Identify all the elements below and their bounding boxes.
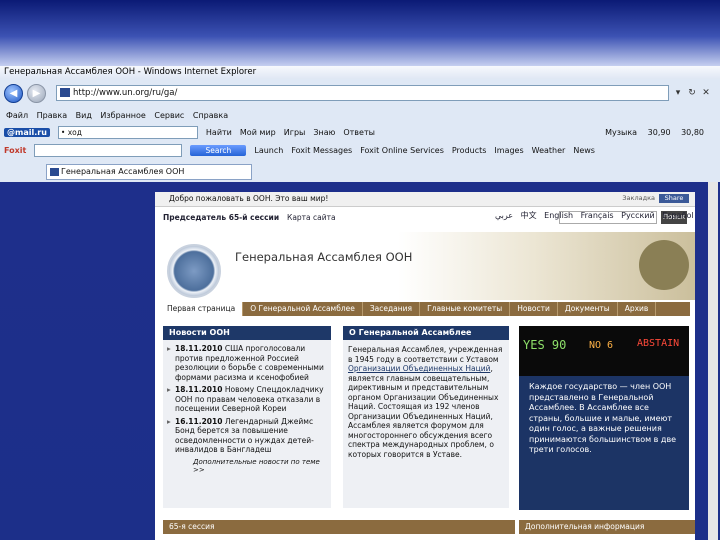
browser-chrome: Генеральная Ассамблея ООН - Windows Inte…: [0, 66, 720, 182]
menu-bar: Файл Правка Вид Избранное Сервис Справка: [0, 110, 720, 122]
about-ga-heading: О Генеральной Ассамблее: [343, 326, 509, 340]
foxit-logo[interactable]: Foxit: [4, 146, 26, 155]
window-title: Генеральная Ассамблея ООН - Windows Inte…: [0, 66, 720, 79]
more-news-link[interactable]: Дополнительные новости по теме >>: [193, 458, 331, 474]
foxit-search-button[interactable]: Search: [190, 144, 247, 156]
un-link[interactable]: Организации Объединенных Наций: [348, 364, 490, 373]
stop-icon[interactable]: ✕: [701, 88, 711, 98]
news-item[interactable]: 18.11.2010 США проголосовали против пред…: [167, 344, 327, 382]
mail-item-znayu[interactable]: Знаю: [313, 128, 335, 137]
about-text-part: , является главным совещательным, директ…: [348, 364, 499, 459]
mail-find-button[interactable]: Найти: [206, 128, 232, 137]
nav-home[interactable]: Первая страница: [160, 302, 244, 316]
menu-edit[interactable]: Правка: [37, 111, 67, 120]
sitemap-link[interactable]: Карта сайта: [287, 213, 336, 222]
welcome-banner: Добро пожаловать в ООН. Это ваш мир! Зак…: [155, 192, 695, 207]
news-date: 16.11.2010: [175, 416, 223, 426]
foxit-online-services[interactable]: Foxit Online Services: [360, 146, 444, 155]
mail-item-answers[interactable]: Ответы: [343, 128, 375, 137]
page-title: Генеральная Ассамблея ООН: [235, 250, 413, 264]
tab-row: Генеральная Ассамблея ООН: [0, 162, 720, 182]
bookmark-link[interactable]: Закладка: [622, 194, 655, 203]
foxit-messages[interactable]: Foxit Messages: [291, 146, 352, 155]
main-nav: Первая страница О Генеральной Ассамблее …: [160, 302, 690, 316]
mail-item-mymir[interactable]: Мой мир: [240, 128, 276, 137]
foxit-news[interactable]: News: [573, 146, 595, 155]
news-list: 18.11.2010 США проголосовали против пред…: [163, 340, 331, 455]
president-link[interactable]: Председатель 65-й сессии: [163, 213, 279, 222]
more-info-heading[interactable]: Дополнительная информация: [519, 520, 695, 534]
nav-meetings[interactable]: Заседания: [363, 302, 421, 316]
mail-toolbar: @mail.ru • ход Найти Мой мир Игры Знаю О…: [0, 124, 720, 140]
news-heading: Новости ООН: [163, 326, 331, 340]
banner-text[interactable]: Добро пожаловать в ООН. Это ваш мир!: [169, 194, 328, 203]
slide-header-gradient: [0, 0, 720, 66]
news-panel: Новости ООН 18.11.2010 США проголосовали…: [163, 326, 331, 508]
nav-committees[interactable]: Главные комитеты: [420, 302, 511, 316]
web-page: Добро пожаловать в ООН. Это ваш мир! Зак…: [155, 192, 695, 540]
mail-right-group: Музыка 30,90 30,80: [605, 128, 712, 137]
foxit-weather[interactable]: Weather: [532, 146, 566, 155]
about-ga-panel: О Генеральной Ассамблее Генеральная Асса…: [343, 326, 509, 508]
feature-panel: YES 90 NO 6 ABSTAIN Каждое государство —…: [519, 326, 689, 510]
podium-photo: [639, 240, 689, 290]
foxit-search-input[interactable]: [34, 143, 183, 157]
nav-archive[interactable]: Архив: [618, 302, 657, 316]
nav-news[interactable]: Новости: [510, 302, 558, 316]
foxit-toolbar: Foxit Search Launch Foxit Messages Foxit…: [0, 142, 720, 158]
mail-logo[interactable]: @mail.ru: [4, 127, 50, 137]
news-date: 18.11.2010: [175, 344, 223, 353]
vote-no: NO 6: [589, 340, 614, 351]
foxit-launch[interactable]: Launch: [254, 146, 283, 155]
tab-ga[interactable]: Генеральная Ассамблея ООН: [46, 164, 252, 180]
tab-favicon-icon: [50, 168, 59, 176]
news-item[interactable]: 16.11.2010 Легендарный Джеймс Бонд берет…: [167, 417, 327, 455]
about-ga-text: Генеральная Ассамблея, учрежденная в 194…: [343, 340, 509, 464]
menu-tools[interactable]: Сервис: [154, 111, 184, 120]
mail-item-music[interactable]: Музыка: [605, 128, 637, 137]
news-date: 18.11.2010: [175, 385, 223, 394]
nav-documents[interactable]: Документы: [558, 302, 618, 316]
vote-board-photo: YES 90 NO 6 ABSTAIN: [519, 326, 689, 376]
un-emblem-icon: [167, 244, 221, 298]
tab-title: Генеральная Ассамблея ООН: [61, 167, 185, 176]
back-button[interactable]: ◀: [4, 83, 23, 103]
language-links[interactable]: عربي 中文 English Français Русский Español: [495, 210, 694, 221]
session-heading[interactable]: 65-я сессия: [163, 520, 515, 534]
nav-about[interactable]: О Генеральной Ассамблее: [243, 302, 363, 316]
mail-search-input[interactable]: • ход: [57, 125, 198, 139]
about-text-part: Генеральная Ассамблея, учрежденная в 194…: [348, 345, 503, 364]
menu-view[interactable]: Вид: [76, 111, 92, 120]
news-item[interactable]: 18.11.2010 Новому Спецдокладчику ООН по …: [167, 385, 327, 414]
share-button[interactable]: Share: [659, 194, 689, 203]
address-bar[interactable]: http://www.un.org/ru/ga/: [56, 85, 669, 101]
scrollbar[interactable]: [708, 182, 718, 540]
favicon-icon: [60, 88, 70, 97]
mail-item-games[interactable]: Игры: [284, 128, 306, 137]
menu-file[interactable]: Файл: [6, 111, 28, 120]
forward-button[interactable]: ▶: [27, 83, 46, 103]
menu-help[interactable]: Справка: [193, 111, 228, 120]
menu-favorites[interactable]: Избранное: [100, 111, 145, 120]
vote-abstain: ABSTAIN: [637, 338, 680, 349]
foxit-products[interactable]: Products: [452, 146, 487, 155]
mail-rate-2: 30,80: [681, 127, 704, 137]
feature-quote: Каждое государство — член ООН представле…: [529, 382, 677, 454]
page-header: Генеральная Ассамблея ООН: [155, 232, 695, 300]
refresh-icon[interactable]: ↻: [687, 88, 697, 98]
dropdown-icon[interactable]: ▾: [673, 88, 683, 98]
mail-rate-1: 30,90: [647, 127, 671, 137]
vote-yes: YES 90: [523, 338, 567, 352]
foxit-images[interactable]: Images: [494, 146, 523, 155]
address-row: ◀ ▶ http://www.un.org/ru/ga/ ▾ ↻ ✕: [0, 83, 720, 103]
address-url: http://www.un.org/ru/ga/: [73, 88, 178, 98]
